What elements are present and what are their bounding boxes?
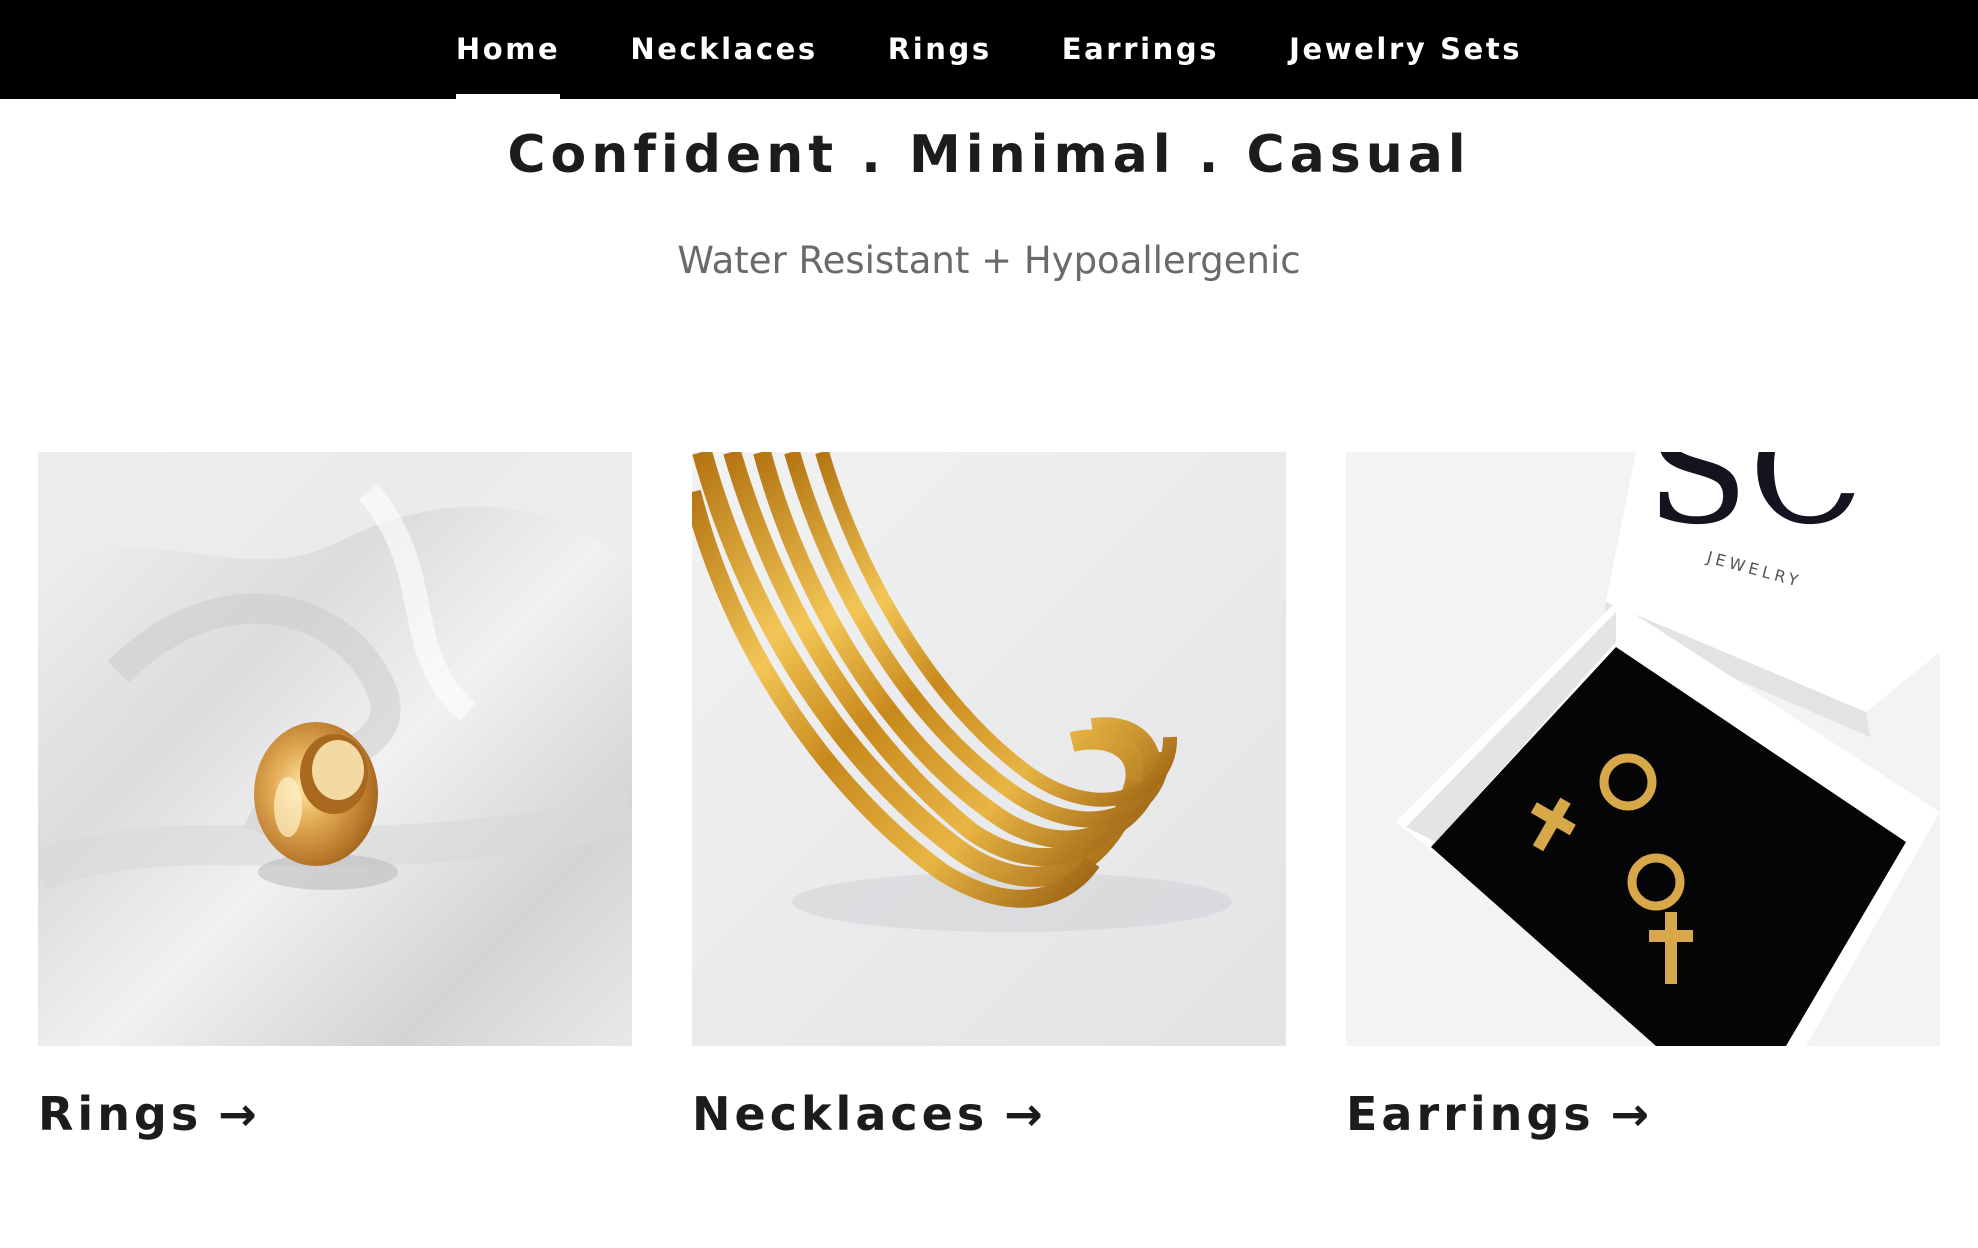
arrow-right-icon: → <box>1610 1087 1654 1141</box>
necklaces-collection-title: Necklaces <box>692 1087 989 1141</box>
collection-card-earrings: SC JEWELRY Earrings → <box>1346 452 1940 1142</box>
necklaces-collection-image[interactable] <box>692 452 1286 1046</box>
nav-list: Home Necklaces Rings Earrings Jewelry Se… <box>0 0 1978 99</box>
necklaces-collection-link[interactable]: Necklaces → <box>692 1086 1286 1142</box>
page-headline: Confident . Minimal . Casual <box>507 125 1471 185</box>
nav-item-earrings[interactable]: Earrings <box>1062 0 1219 99</box>
main-navigation: Home Necklaces Rings Earrings Jewelry Se… <box>0 0 1978 99</box>
brand-monogram: SC <box>1646 452 1864 558</box>
collection-card-rings: Rings → <box>38 452 632 1142</box>
earrings-collection-image[interactable]: SC JEWELRY <box>1346 452 1940 1046</box>
nav-item-rings[interactable]: Rings <box>888 0 992 99</box>
rings-collection-title: Rings <box>38 1087 203 1141</box>
nav-item-home[interactable]: Home <box>455 0 561 99</box>
nav-item-jewelry-sets[interactable]: Jewelry Sets <box>1289 0 1522 99</box>
svg-text:SC: SC <box>1646 452 1864 558</box>
earrings-collection-link[interactable]: Earrings → <box>1346 1086 1940 1142</box>
earrings-collection-title: Earrings <box>1346 1087 1595 1141</box>
arrow-right-icon: → <box>218 1087 261 1141</box>
arrow-right-icon: → <box>1004 1087 1047 1141</box>
collection-card-necklaces: Necklaces → <box>692 452 1286 1142</box>
nav-item-necklaces[interactable]: Necklaces <box>630 0 817 99</box>
rings-collection-link[interactable]: Rings → <box>38 1086 632 1142</box>
rings-collection-image[interactable] <box>38 452 632 1046</box>
page-subheadline: Water Resistant + Hypoallergenic <box>677 239 1301 282</box>
